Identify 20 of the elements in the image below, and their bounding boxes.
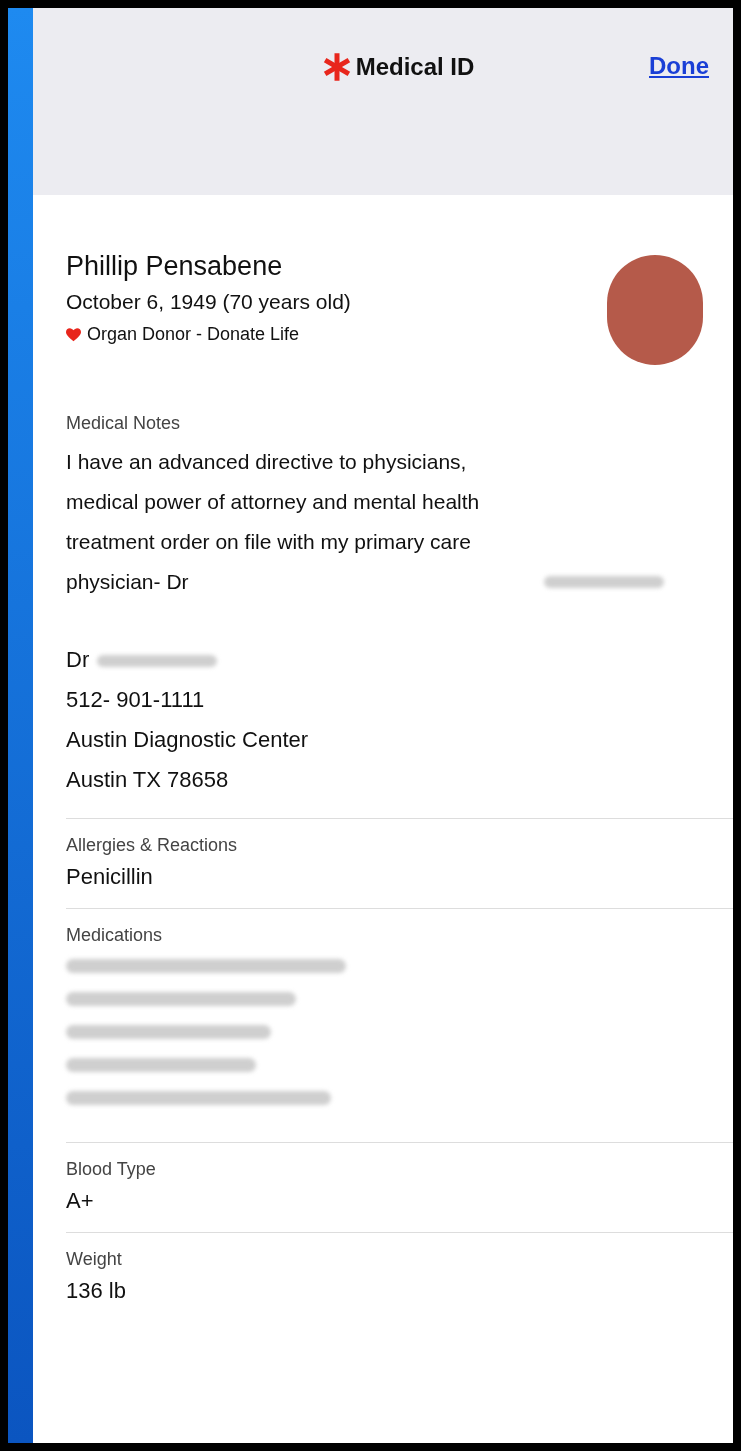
contact-line: 512- 901-1111 bbox=[66, 686, 206, 714]
section-label: Allergies & Reactions bbox=[66, 835, 239, 856]
section-value: 136 lb bbox=[66, 1278, 127, 1304]
contact-line: Austin Diagnostic Center bbox=[66, 726, 310, 754]
section-label: Medications bbox=[66, 925, 164, 946]
organ-donor-status: Organ Donor - Donate Life bbox=[87, 324, 300, 345]
person-name: Phillip Pensabene bbox=[66, 251, 284, 282]
medical-notes-text: I have an advanced directive to physicians, medical power of attorney and mental health treatment order on file with my primary care physician- Dr bbox=[66, 449, 481, 595]
done-link[interactable]: Done bbox=[649, 52, 709, 80]
section-value: Penicillin bbox=[66, 864, 154, 890]
doctor-prefix: Dr bbox=[66, 647, 90, 672]
section-label: Weight bbox=[66, 1249, 123, 1270]
birth-date: October 6, 1949 (70 years old) bbox=[66, 290, 351, 314]
heart-icon bbox=[66, 327, 81, 342]
section-label: Medical Notes bbox=[66, 413, 182, 434]
section-label: Blood Type bbox=[66, 1159, 157, 1180]
contact-line: Austin TX 78658 bbox=[66, 766, 230, 794]
asterisk-icon bbox=[321, 52, 352, 82]
screen-title: Medical ID bbox=[355, 53, 475, 81]
section-value: A+ bbox=[66, 1188, 95, 1214]
